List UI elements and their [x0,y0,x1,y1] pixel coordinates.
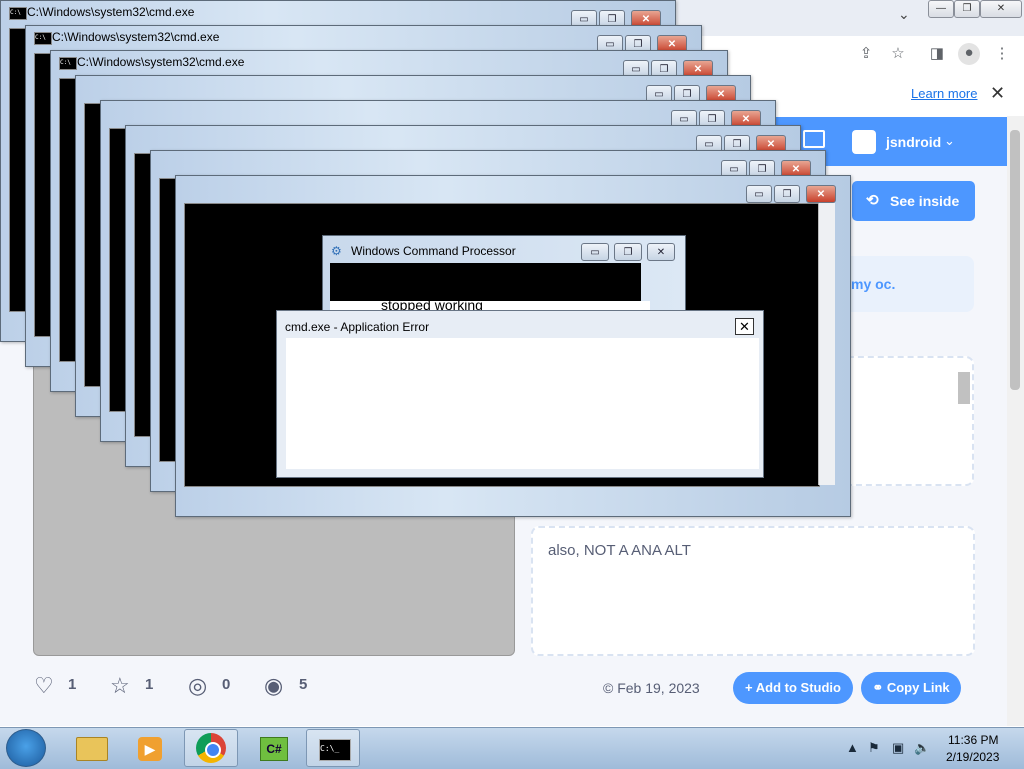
program-icon: ⚙ [331,244,342,258]
love-count: 1 [68,676,77,693]
cmd-window-title: C:\Windows\system32\cmd.exe [52,30,220,44]
remix-arrows-icon: ⟲ [866,192,879,209]
profile-icon[interactable]: ● [958,43,980,65]
csharp-taskbar-button[interactable]: C# [246,729,300,767]
explorer-icon [76,737,108,761]
cmd-icon: C:\ [34,32,52,45]
wcp-console-area [330,263,641,301]
plus-icon: + [745,680,756,695]
heart-icon[interactable]: ♡ [34,674,54,698]
action-center-flag-icon[interactable]: ⚑ [868,740,880,756]
close-button[interactable]: ✕ [980,0,1022,18]
username[interactable]: jsndroid [886,134,941,150]
star-icon[interactable]: ☆ [110,674,130,698]
media-player-icon: ▶ [138,737,162,761]
learn-more-link[interactable]: Learn more [911,86,977,101]
page-scroll-thumb[interactable] [1010,130,1020,390]
volume-icon[interactable]: 🔈 [914,740,930,756]
menu-icon[interactable]: ⋮ [992,44,1012,64]
notes-scrollbar[interactable] [958,372,970,404]
clock-time[interactable]: 11:36 PM [948,733,998,747]
remix-count: 0 [222,676,231,693]
minimize-button[interactable]: — [928,0,954,18]
maximize-button[interactable]: ❐ [954,0,980,18]
notes-box [830,356,974,486]
add-to-studio-label: Add to Studio [755,680,841,695]
share-icon[interactable]: ⇪ [856,44,876,64]
clock-date[interactable]: 2/19/2023 [946,750,999,764]
tray-overflow-icon[interactable]: ▲ [846,740,859,755]
chrome-icon-center [205,742,221,758]
eye-icon: ◉ [264,673,284,698]
cmd-icon: C:\_ [319,739,351,761]
credits-text: also, NOT A ANA ALT [548,542,691,559]
chrome-taskbar-button[interactable] [184,729,238,767]
cmd-maximize-button[interactable]: ❐ [774,185,800,203]
sidepanel-icon[interactable]: ◨ [927,44,947,64]
csharp-icon: C# [260,737,288,761]
error-dialog-title: cmd.exe - Application Error [285,320,430,334]
error-dialog-body [286,338,759,469]
cmd-minimize-button[interactable]: ▭ [746,185,772,203]
avatar[interactable] [852,130,876,154]
cmd-window-title: C:\Windows\system32\cmd.exe [77,55,245,69]
wcp-maximize-button[interactable]: ❐ [614,243,642,261]
view-count: 5 [299,676,308,693]
network-icon[interactable]: ▣ [892,740,904,756]
error-dialog-close-button[interactable]: ✕ [735,318,754,335]
remix-spiral-icon: ◎ [188,673,208,698]
copy-link-button[interactable]: ⚭ Copy Link [861,672,961,704]
browser-caption-buttons: — ❐ ✕ [928,0,1024,18]
star-icon[interactable]: ☆ [888,44,908,64]
link-icon: ⚭ [872,680,887,695]
add-to-studio-button[interactable]: + Add to Studio [733,672,853,704]
tab-search-chevron-icon[interactable]: ⌄ [898,6,910,23]
cmd-icon: C:\ [9,7,27,20]
share-date: © Feb 19, 2023 [603,680,700,696]
cmd-scrollbar[interactable] [818,203,835,485]
wcp-minimize-button[interactable]: ▭ [581,243,609,261]
explorer-taskbar-button[interactable] [64,729,118,767]
wcp-title: Windows Command Processor [351,244,516,258]
cmd-window-title: C:\Windows\system32\cmd.exe [27,5,195,19]
cmd-close-button[interactable]: ✕ [806,185,836,203]
instructions-text: my oc. [851,276,896,292]
start-button[interactable] [6,729,46,767]
cmd-icon: C:\ [59,57,77,70]
wcp-close-button[interactable]: ✕ [647,243,675,261]
copy-link-label: Copy Link [886,680,950,695]
chevron-down-icon[interactable]: ⌄ [944,133,955,149]
folder-icon[interactable] [803,130,825,148]
notice-close-icon[interactable]: ✕ [990,83,1005,104]
cmd-taskbar-button[interactable]: C:\_ [306,729,360,767]
media-player-taskbar-button[interactable]: ▶ [124,729,178,767]
favorite-count: 1 [145,676,154,693]
